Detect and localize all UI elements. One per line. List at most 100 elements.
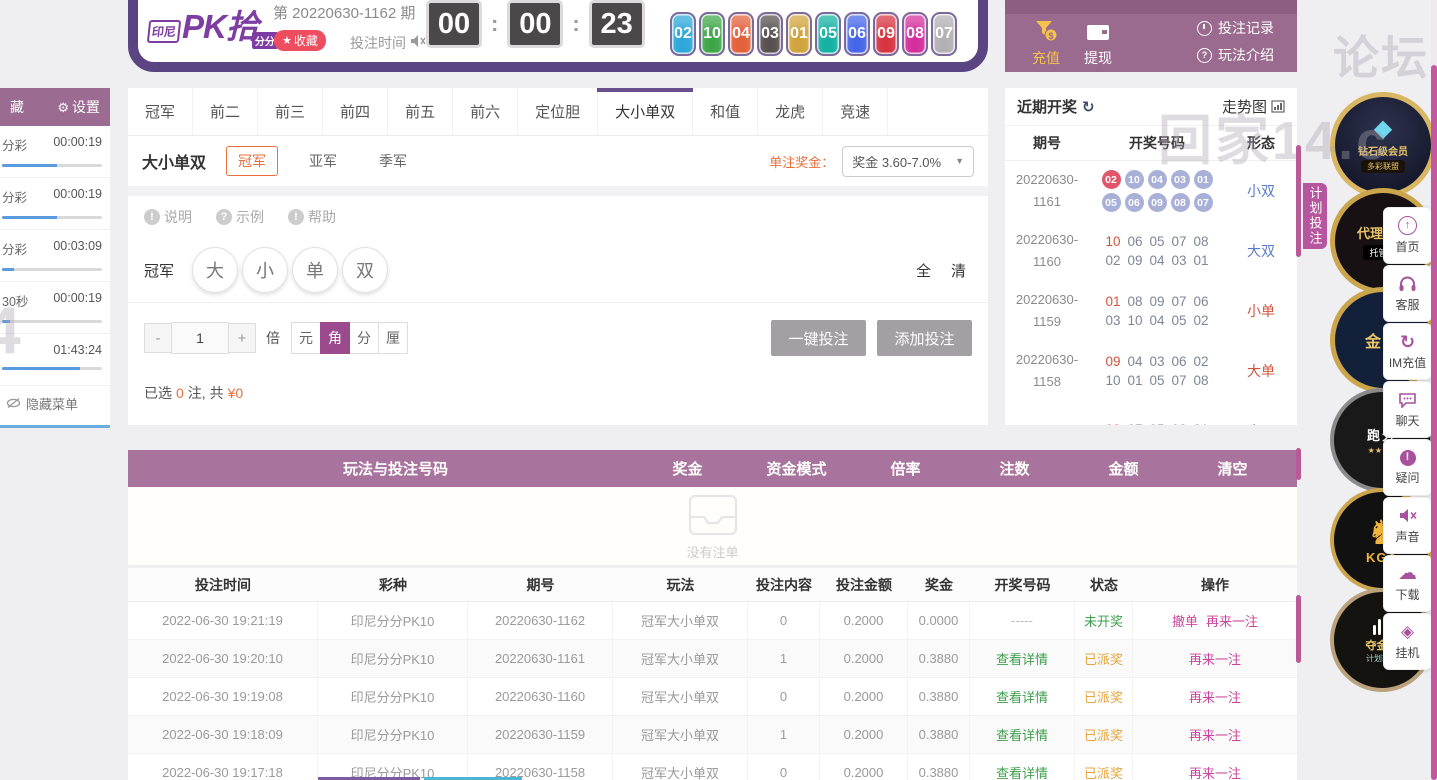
lottery-countdown: 00:00:19	[53, 135, 102, 154]
result-detail-link[interactable]: 查看详情	[970, 678, 1075, 715]
unit-fen[interactable]: 分	[349, 322, 379, 354]
current-period: 第 20220630-1162 期	[273, 2, 415, 23]
result-detail-link[interactable]: 查看详情	[970, 754, 1075, 780]
recharge-button[interactable]: $ 充值	[1019, 20, 1073, 68]
unit-li[interactable]: 厘	[378, 322, 408, 354]
home-button[interactable]: 首页	[1383, 207, 1432, 264]
play-intro-link[interactable]: 玩法介绍	[1197, 45, 1274, 65]
scroll-thumb[interactable]	[1296, 448, 1301, 480]
rebet-link[interactable]: 再来一注	[1189, 763, 1241, 780]
tab-qian5[interactable]: 前五	[388, 88, 453, 135]
position-third-button[interactable]: 季军	[368, 147, 418, 175]
lottery-ball: 03	[757, 12, 783, 56]
chat-button[interactable]: 聊天	[1383, 381, 1432, 438]
refresh-icon[interactable]	[1082, 98, 1095, 116]
result-detail-link[interactable]: -----	[970, 602, 1075, 639]
hangup-button[interactable]: 挂机	[1383, 613, 1432, 670]
option-even[interactable]: 双	[342, 247, 388, 293]
lottery-list-item[interactable]: 30秒00:00:19	[0, 282, 110, 334]
lottery-header-card: 印尼 PK拾 分分 第 20220630-1162 期 收藏 投注时间 00 0…	[128, 0, 988, 72]
refresh-icon	[1400, 333, 1415, 351]
rebet-link[interactable]: 再来一注	[1206, 611, 1258, 630]
result-detail-link[interactable]: 查看详情	[970, 640, 1075, 677]
page-scrollbar-thumb[interactable]	[1431, 65, 1437, 780]
lottery-ball: 06	[844, 12, 870, 56]
tab-dingweidan[interactable]: 定位胆	[518, 88, 598, 135]
bet-time-label: 投注时间	[350, 33, 406, 53]
favorite-badge[interactable]: 收藏	[274, 30, 326, 51]
sidebar-favorites-label[interactable]: 藏	[10, 97, 24, 117]
position-runnerup-button[interactable]: 亚军	[298, 147, 348, 175]
lottery-list-item[interactable]: 分彩00:00:19	[0, 178, 110, 230]
option-odd[interactable]: 单	[292, 247, 338, 293]
table-row: 2022-06-30 19:18:09 印尼分分PK10 20220630-11…	[128, 716, 1297, 754]
lottery-ball: 08	[902, 12, 928, 56]
lottery-countdown: 01:43:24	[53, 343, 102, 357]
cancel-bet-link[interactable]: 撤单	[1172, 611, 1198, 630]
selected-amount: ¥0	[228, 385, 244, 401]
bet-records-link[interactable]: 投注记录	[1197, 18, 1274, 38]
customer-service-button[interactable]: 客服	[1383, 265, 1432, 322]
result-pattern: 小双	[1247, 181, 1275, 201]
trend-chart-link[interactable]: 走势图	[1222, 96, 1285, 117]
multiplier-plus-button[interactable]: +	[228, 323, 256, 353]
plan-bet-tab[interactable]: 计划投注	[1303, 183, 1327, 249]
cloud-download-icon	[1398, 565, 1417, 583]
position-champion-button[interactable]: 冠军	[226, 146, 278, 176]
hide-menu-button[interactable]: 隐藏菜单	[0, 386, 110, 420]
clear-button[interactable]: 清	[951, 260, 966, 281]
colon	[572, 11, 579, 37]
lottery-ball: 01	[786, 12, 812, 56]
divider-band	[128, 186, 988, 196]
multiplier-input[interactable]	[171, 322, 229, 354]
tab-qian3[interactable]: 前三	[258, 88, 323, 135]
quick-bet-button[interactable]: 一键投注	[771, 320, 866, 356]
example-link[interactable]: ?示例	[216, 207, 264, 227]
countdown-timer: 00 00 23	[426, 0, 645, 48]
tab-qian2[interactable]: 前二	[193, 88, 258, 135]
sidebar-settings[interactable]: ⚙设置	[57, 97, 100, 117]
rebet-link[interactable]: 再来一注	[1189, 649, 1241, 668]
table-row: 2022-06-30 19:17:18 印尼分分PK10 20220630-11…	[128, 754, 1297, 780]
multiplier-minus-button[interactable]: -	[144, 323, 172, 353]
result-detail-link[interactable]: 查看详情	[970, 716, 1075, 753]
lottery-list-item[interactable]: 分彩00:00:19	[0, 126, 110, 178]
option-small[interactable]: 小	[242, 247, 288, 293]
add-bet-button[interactable]: 添加投注	[877, 320, 972, 356]
lottery-list-item[interactable]: 01:43:24	[0, 334, 110, 386]
select-all-button[interactable]: 全	[916, 260, 931, 281]
option-big[interactable]: 大	[192, 247, 238, 293]
tab-qian6[interactable]: 前六	[453, 88, 518, 135]
diamond-member-badge[interactable]: ◆ 钻石级会员 多彩联盟	[1330, 92, 1436, 198]
unit-jiao[interactable]: 角	[320, 322, 350, 354]
bet-history-table: 投注时间彩种 期号玩法 投注内容投注金额 奖金开奖号码 状态操作 2022-06…	[128, 568, 1297, 780]
sound-button[interactable]: 声音	[1383, 497, 1432, 554]
mute-icon[interactable]	[410, 34, 426, 53]
rebet-link[interactable]: 再来一注	[1189, 725, 1241, 744]
tab-longhu[interactable]: 龙虎	[758, 88, 823, 135]
lottery-ball: 05	[815, 12, 841, 56]
help-link[interactable]: !帮助	[288, 207, 336, 227]
withdraw-button[interactable]: 提现	[1071, 20, 1125, 68]
countdown-progress	[2, 268, 102, 271]
tab-qian4[interactable]: 前四	[323, 88, 388, 135]
lottery-name: 30秒	[2, 291, 28, 310]
table-row: 2022-06-30 19:21:19 印尼分分PK10 20220630-11…	[128, 602, 1297, 640]
result-row: 20220630-1160 1006050708 0209040301 大双	[1005, 221, 1297, 281]
lottery-list-item[interactable]: 分彩00:03:09	[0, 230, 110, 282]
tab-jingsu[interactable]: 竞速	[823, 88, 888, 135]
download-button[interactable]: 下载	[1383, 555, 1432, 612]
prize-select[interactable]: 奖金 3.60-7.0%	[842, 146, 974, 177]
im-recharge-button[interactable]: IM充值	[1383, 323, 1432, 380]
explain-link[interactable]: !说明	[144, 207, 192, 227]
scroll-thumb[interactable]	[1296, 145, 1301, 257]
tab-hezhi[interactable]: 和值	[693, 88, 758, 135]
result-row: 20220630-1161 02 10 04 03 01 05 06 09 08…	[1005, 161, 1297, 221]
tab-daxiaodanshuang[interactable]: 大小单双	[598, 88, 693, 135]
rebet-link[interactable]: 再来一注	[1189, 687, 1241, 706]
scroll-thumb[interactable]	[1296, 595, 1301, 663]
question-button[interactable]: 疑问	[1383, 439, 1432, 496]
unit-yuan[interactable]: 元	[291, 322, 321, 354]
question-icon	[1197, 48, 1212, 63]
tab-guanjun[interactable]: 冠军	[128, 88, 193, 135]
